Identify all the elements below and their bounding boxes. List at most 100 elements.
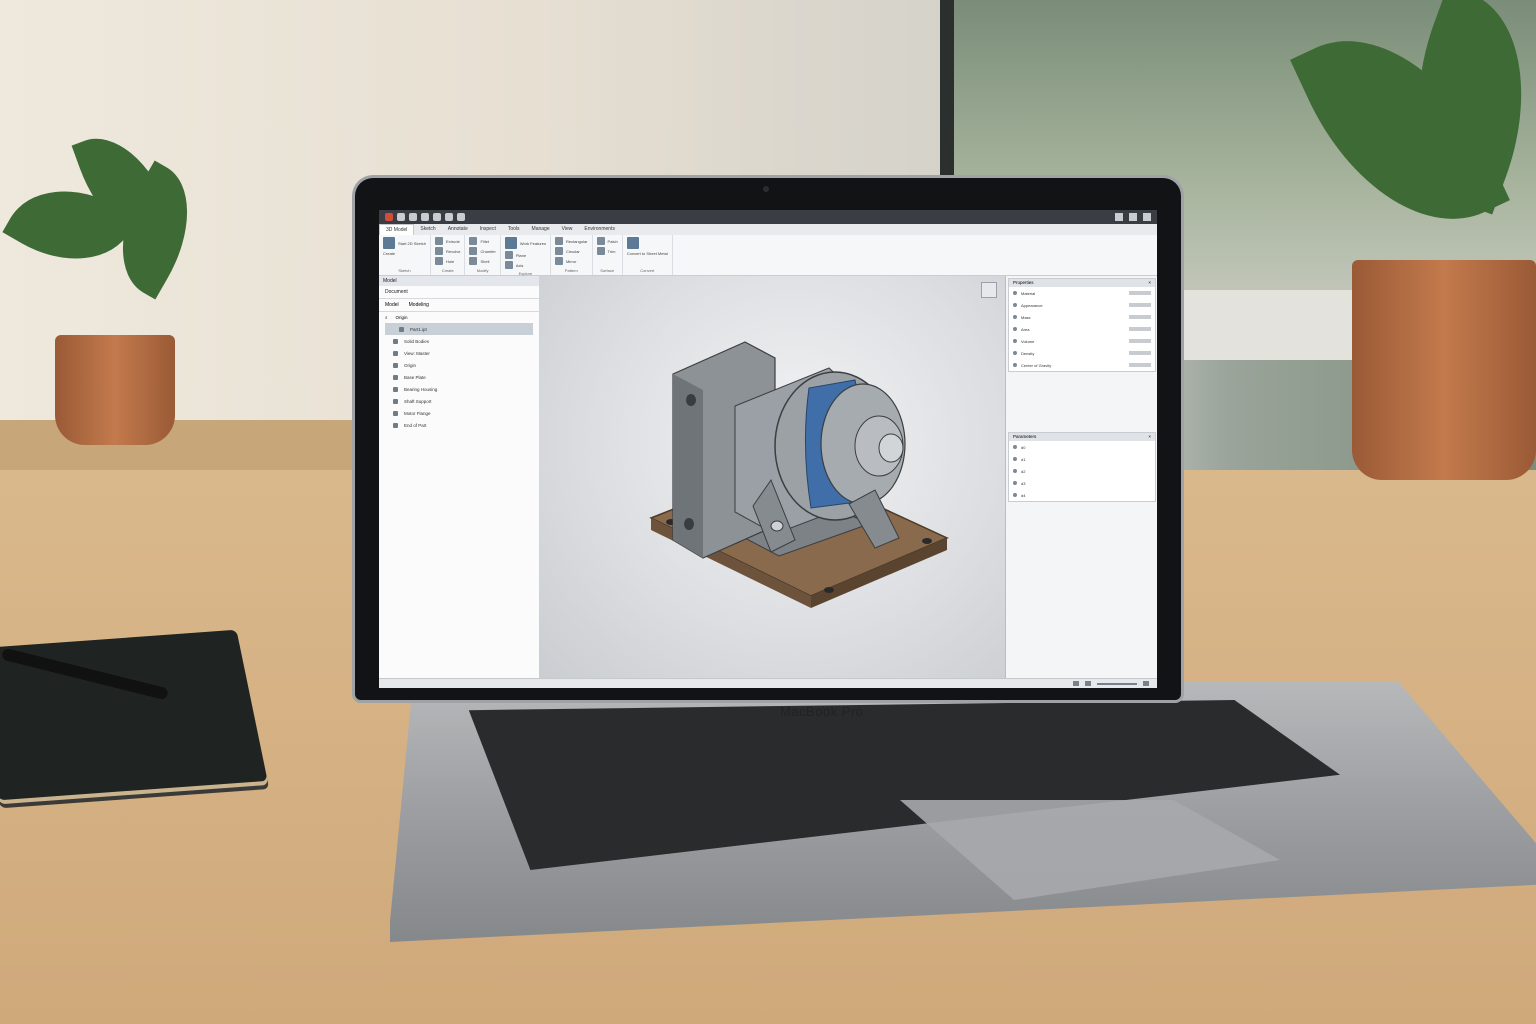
browser-search[interactable]: ⌕ Origin [379,312,539,323]
browser-tab-model[interactable]: Model [385,302,399,308]
fit-icon[interactable] [1143,681,1149,686]
model-browser: Model Document Model Modeling ⌕ Origin P… [379,276,540,688]
search-icon[interactable]: ⌕ [385,315,388,320]
status-bar [379,678,1157,688]
zoom-slider[interactable] [1097,682,1137,685]
ribbon-item[interactable]: Circular [566,249,580,254]
mount-hole [922,538,932,544]
property-row[interactable]: Density [1009,347,1155,359]
patch-icon[interactable] [596,237,605,245]
axis-icon[interactable] [504,261,513,269]
close-icon[interactable]: × [1148,280,1151,286]
tab-3d-model[interactable]: 3D Model [379,224,415,235]
mirror-icon[interactable] [554,257,563,265]
ribbon-group-title: Convert [640,268,655,273]
view-icon [393,350,398,356]
tab-tools[interactable]: Tools [502,224,526,235]
ribbon-item[interactable]: Trim [608,249,616,254]
close-icon[interactable] [1143,213,1151,221]
property-value[interactable] [1129,303,1151,307]
parameter-row[interactable]: d4 [1009,489,1155,501]
ribbon-item[interactable]: Work Features [520,241,546,246]
parameter-row[interactable]: d1 [1009,453,1155,465]
sketch-icon[interactable] [383,237,395,249]
tree-item[interactable]: Base Plate [379,371,539,383]
undo-icon[interactable] [433,213,441,221]
parameter-row[interactable]: d2 [1009,465,1155,477]
tree-item-end[interactable]: End of Part [379,419,539,431]
ribbon-item[interactable]: Create [383,251,395,256]
parameter-row[interactable]: d3 [1009,477,1155,489]
property-row[interactable]: Mass [1009,311,1155,323]
tree-item-part[interactable]: Part1.ipt [385,323,533,335]
graphics-viewport[interactable] [539,276,1005,688]
ribbon-item[interactable]: Plane [516,253,526,258]
tree-item[interactable]: Motor Flange [379,407,539,419]
trim-icon[interactable] [596,247,605,255]
ribbon-item[interactable]: Rectangular [566,239,588,244]
grid-icon[interactable] [1073,681,1079,686]
ribbon-item[interactable]: Axis [516,263,524,268]
ribbon-item[interactable]: Chamfer [480,249,495,254]
parameter-row[interactable]: d0 [1009,441,1155,453]
ribbon-item[interactable]: Extrude [446,239,460,244]
parameter-label: d1 [1021,456,1026,462]
tab-view[interactable]: View [556,224,579,235]
tree-item[interactable]: Shaft Support [379,395,539,407]
tree-item[interactable]: Solid Bodies [379,335,539,347]
property-row[interactable]: Appearance [1009,299,1155,311]
property-row[interactable]: Volume [1009,335,1155,347]
property-row[interactable]: Material [1009,287,1155,299]
property-row[interactable]: Area [1009,323,1155,335]
ribbon-item[interactable]: Convert to Sheet Metal [627,251,668,256]
shaft[interactable] [878,433,904,463]
ribbon-group-title: Pattern [564,268,578,273]
tab-manage[interactable]: Manage [526,224,556,235]
property-value[interactable] [1129,327,1151,331]
hole-icon[interactable] [435,257,444,265]
chamfer-icon[interactable] [469,247,478,255]
revolve-icon[interactable] [435,247,444,255]
cad-model[interactable] [539,276,1005,688]
sheet-metal-icon[interactable] [626,237,639,249]
ribbon-item[interactable]: Start 2D Sketch [398,241,426,246]
property-row[interactable]: Center of Gravity [1009,359,1155,371]
minimize-icon[interactable] [1115,213,1123,221]
ribbon-item[interactable]: Revolve [446,249,460,254]
shell-icon[interactable] [469,257,478,265]
circular-pattern-icon[interactable] [554,247,563,255]
plane-icon[interactable] [504,251,513,259]
rectangular-pattern-icon[interactable] [554,237,563,245]
property-value[interactable] [1129,339,1151,343]
browser-tab-modeling[interactable]: Modeling [409,302,429,308]
ribbon-item[interactable]: Hole [446,259,454,264]
tree-item[interactable]: Bearing Housing [379,383,539,395]
app-menu-icon[interactable] [385,213,393,221]
close-icon[interactable]: × [1148,434,1151,440]
tab-inspect[interactable]: Inspect [474,224,502,235]
redo-icon[interactable] [445,213,453,221]
tree-item[interactable]: View: Master [379,347,539,359]
select-icon[interactable] [457,213,465,221]
property-value[interactable] [1129,351,1151,355]
work-features-icon[interactable] [504,237,517,249]
maximize-icon[interactable] [1129,213,1137,221]
tab-sketch[interactable]: Sketch [414,224,441,235]
tab-annotate[interactable]: Annotate [442,224,474,235]
fillet-icon[interactable] [469,237,478,245]
tree-item[interactable]: Origin [379,359,539,371]
property-value[interactable] [1129,363,1151,367]
ribbon-item[interactable]: Mirror [566,259,576,264]
bullet-icon [1013,315,1017,319]
tab-environments[interactable]: Environments [578,224,621,235]
new-icon[interactable] [397,213,405,221]
extrude-icon[interactable] [435,237,444,245]
property-value[interactable] [1129,291,1151,295]
snap-icon[interactable] [1085,681,1091,686]
ribbon-item[interactable]: Shell [480,259,489,264]
save-icon[interactable] [421,213,429,221]
property-value[interactable] [1129,315,1151,319]
ribbon-item[interactable]: Fillet [480,239,488,244]
ribbon-item[interactable]: Patch [608,239,618,244]
open-icon[interactable] [409,213,417,221]
